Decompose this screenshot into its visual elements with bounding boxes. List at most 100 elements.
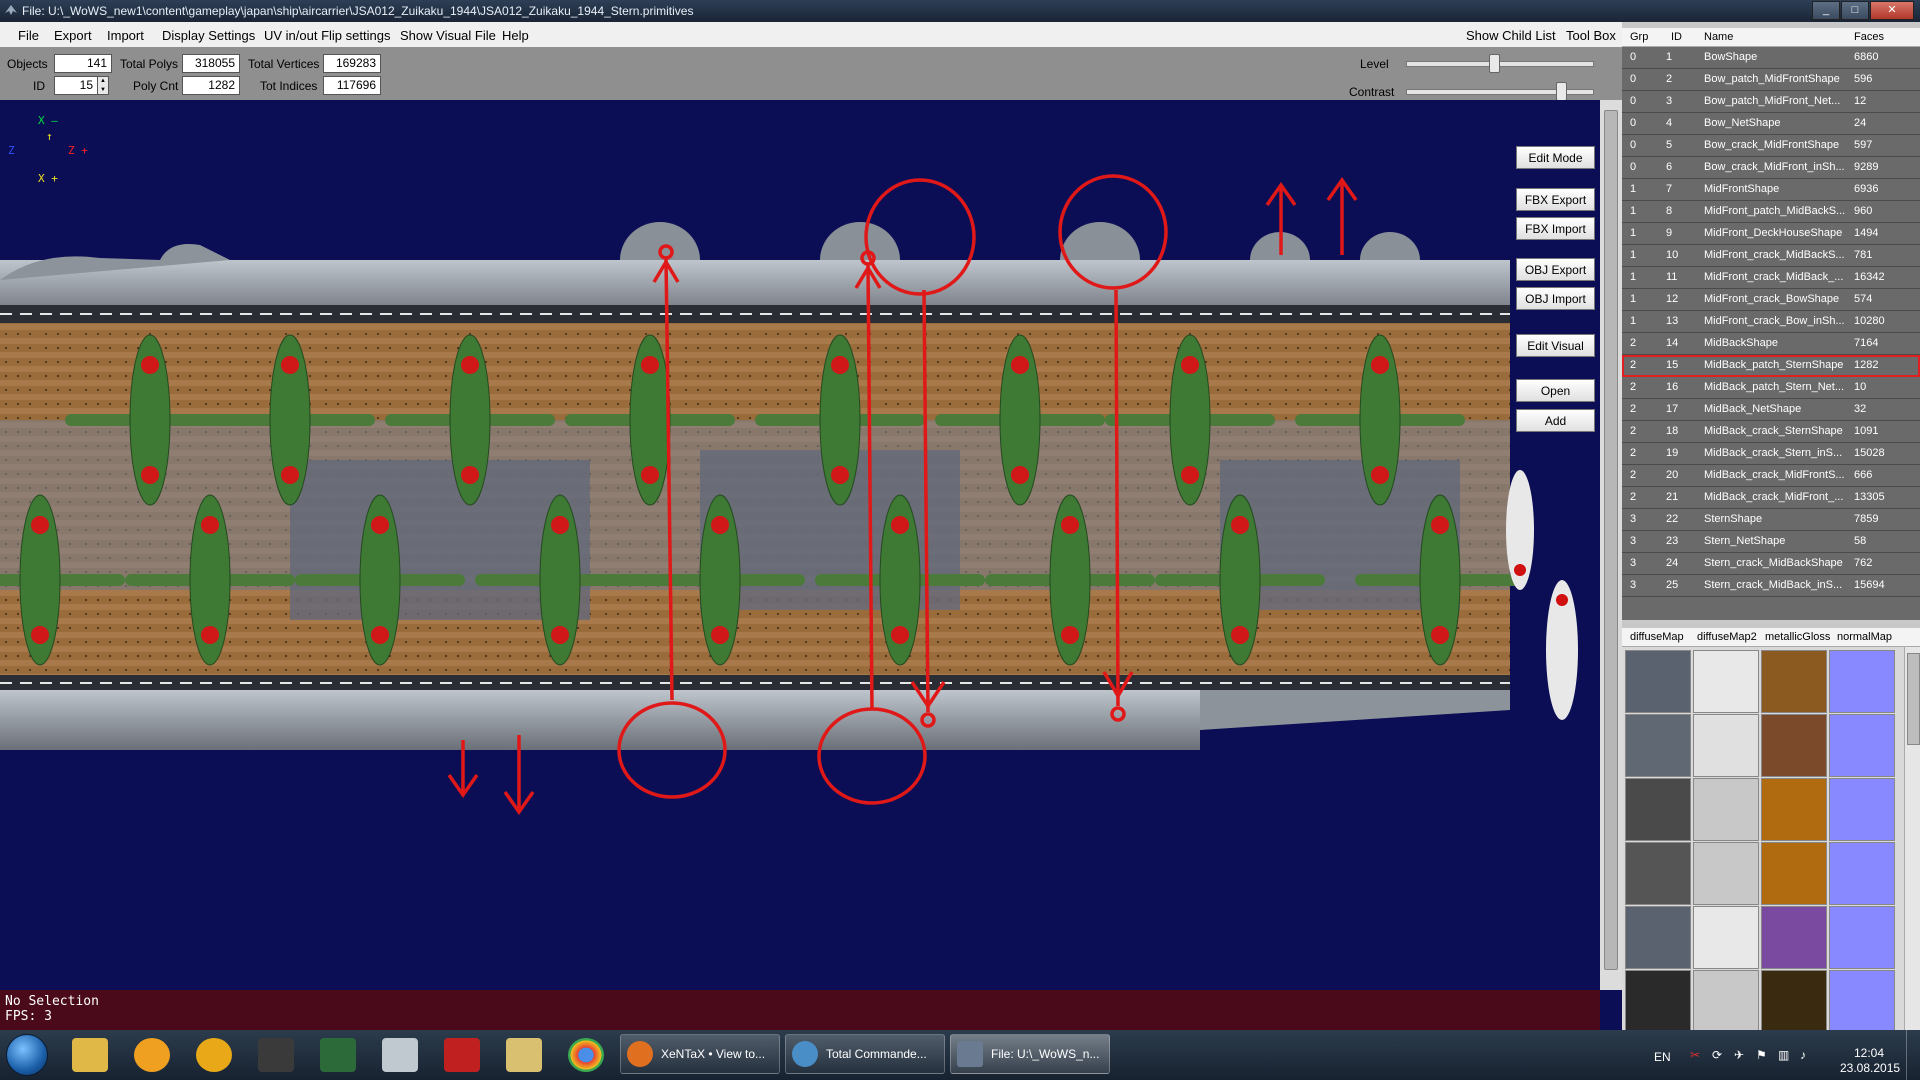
normal-map-thumbnail[interactable] (1829, 906, 1895, 969)
table-row[interactable]: 2 19 MidBack_crack_Stern_inS... 15028 (1622, 443, 1920, 465)
id-field[interactable]: 15 (54, 76, 98, 95)
col-diffuse2[interactable]: diffuseMap2 (1697, 631, 1757, 643)
col-metallic[interactable]: metallicGloss (1765, 631, 1830, 643)
diffuse-map-thumbnail[interactable] (1625, 650, 1691, 713)
metallic-gloss-map-thumbnail[interactable] (1761, 842, 1827, 905)
viewport-scrollbar-thumb[interactable] (1604, 110, 1618, 970)
table-row[interactable]: 1 10 MidFront_crack_MidBackS... 781 (1622, 245, 1920, 267)
normal-map-thumbnail[interactable] (1829, 650, 1895, 713)
table-row[interactable]: 3 25 Stern_crack_MidBack_inS... 15694 (1622, 575, 1920, 597)
tool-icon[interactable] (320, 1038, 356, 1072)
diffuse-map2-thumbnail[interactable] (1693, 650, 1759, 713)
table-row[interactable]: 0 1 BowShape 6860 (1622, 47, 1920, 69)
fbx-export-button[interactable]: FBX Export (1516, 188, 1595, 211)
texture-grid-scrollbar[interactable] (1904, 647, 1920, 1030)
task-model-viewer[interactable]: File: U:\_WoWS_n... (950, 1034, 1110, 1074)
contrast-slider-thumb[interactable] (1556, 82, 1568, 101)
clock-date[interactable]: 23.08.2015 (1840, 1061, 1900, 1075)
table-row[interactable]: 0 2 Bow_patch_MidFrontShape 596 (1622, 69, 1920, 91)
table-row[interactable]: 0 6 Bow_crack_MidFront_inSh... 9289 (1622, 157, 1920, 179)
diffuse-map2-thumbnail[interactable] (1693, 842, 1759, 905)
col-id[interactable]: ID (1671, 31, 1682, 43)
menu-uv-flip[interactable]: UV in/out Flip settings (264, 28, 390, 43)
menu-show-visual[interactable]: Show Visual File (400, 28, 496, 43)
table-row[interactable]: 1 9 MidFront_DeckHouseShape 1494 (1622, 223, 1920, 245)
tray-plane-icon[interactable]: ✈ (1734, 1048, 1744, 1062)
add-button[interactable]: Add (1516, 409, 1595, 432)
tray-antivirus-icon[interactable]: ✂ (1690, 1048, 1700, 1062)
chrome-icon[interactable] (568, 1038, 604, 1072)
tray-volume-icon[interactable]: ♪ (1800, 1048, 1806, 1062)
task-total-commander[interactable]: Total Commande... (785, 1034, 945, 1074)
language-indicator[interactable]: EN (1654, 1050, 1671, 1064)
table-row[interactable]: 2 14 MidBackShape 7164 (1622, 333, 1920, 355)
normal-map-thumbnail[interactable] (1829, 778, 1895, 841)
diffuse-map2-thumbnail[interactable] (1693, 714, 1759, 777)
table-row[interactable]: 1 8 MidFront_patch_MidBackS... 960 (1622, 201, 1920, 223)
menu-show-child-list[interactable]: Show Child List (1466, 28, 1556, 43)
viewport-scrollbar[interactable] (1600, 100, 1622, 990)
tray-network-icon[interactable]: ▥ (1778, 1048, 1789, 1062)
metallic-gloss-map-thumbnail[interactable] (1761, 778, 1827, 841)
table-row[interactable]: 2 21 MidBack_crack_MidFront_... 13305 (1622, 487, 1920, 509)
metallic-gloss-map-thumbnail[interactable] (1761, 906, 1827, 969)
menu-tool-box[interactable]: Tool Box (1566, 28, 1616, 43)
task-firefox[interactable]: XeNTaX • View to... (620, 1034, 780, 1074)
calculator-icon[interactable] (382, 1038, 418, 1072)
aimp-icon[interactable] (134, 1038, 170, 1072)
table-row[interactable]: 0 4 Bow_NetShape 24 (1622, 113, 1920, 135)
diffuse-map-thumbnail[interactable] (1625, 842, 1691, 905)
tray-sync-icon[interactable]: ⟳ (1712, 1048, 1722, 1062)
3d-viewport[interactable]: X – ↑ Z Z + X + Edit Mode FBX Export FBX… (0, 100, 1600, 990)
edit-visual-button[interactable]: Edit Visual (1516, 334, 1595, 357)
table-row[interactable]: 3 23 Stern_NetShape 58 (1622, 531, 1920, 553)
normal-map-thumbnail[interactable] (1829, 714, 1895, 777)
table-row[interactable]: 0 3 Bow_patch_MidFront_Net... 12 (1622, 91, 1920, 113)
col-name[interactable]: Name (1704, 31, 1733, 43)
diffuse-map2-thumbnail[interactable] (1693, 778, 1759, 841)
diffuse-map2-thumbnail[interactable] (1693, 970, 1759, 1033)
object-grid[interactable]: 0 1 BowShape 6860 0 2 Bow_patch_MidFrontShape 5… (1622, 47, 1920, 620)
diffuse-map-thumbnail[interactable] (1625, 778, 1691, 841)
table-row[interactable]: 1 12 MidFront_crack_BowShape 574 (1622, 289, 1920, 311)
col-diffuse[interactable]: diffuseMap (1630, 631, 1684, 643)
normal-map-thumbnail[interactable] (1829, 970, 1895, 1033)
menu-help[interactable]: Help (502, 28, 529, 43)
show-desktop-button[interactable] (1906, 1030, 1920, 1080)
table-row[interactable]: 1 13 MidFront_crack_Bow_inSh... 10280 (1622, 311, 1920, 333)
table-row[interactable]: 2 20 MidBack_crack_MidFrontS... 666 (1622, 465, 1920, 487)
normal-map-thumbnail[interactable] (1829, 842, 1895, 905)
metallic-gloss-map-thumbnail[interactable] (1761, 714, 1827, 777)
fbx-import-button[interactable]: FBX Import (1516, 217, 1595, 240)
table-row[interactable]: 2 18 MidBack_crack_SternShape 1091 (1622, 421, 1920, 443)
diffuse-map-thumbnail[interactable] (1625, 970, 1691, 1033)
menu-export[interactable]: Export (54, 28, 92, 43)
col-normal[interactable]: normalMap (1837, 631, 1892, 643)
diffuse-map-thumbnail[interactable] (1625, 714, 1691, 777)
table-row[interactable]: 1 7 MidFrontShape 6936 (1622, 179, 1920, 201)
menu-display-settings[interactable]: Display Settings (162, 28, 255, 43)
table-row[interactable]: 2 17 MidBack_NetShape 32 (1622, 399, 1920, 421)
table-row[interactable]: 2 16 MidBack_patch_Stern_Net... 10 (1622, 377, 1920, 399)
texture-grid[interactable] (1622, 647, 1904, 1062)
close-button[interactable]: ✕ (1870, 1, 1914, 20)
archive-icon[interactable] (506, 1038, 542, 1072)
folder-icon[interactable] (72, 1038, 108, 1072)
table-row[interactable]: 3 24 Stern_crack_MidBackShape 762 (1622, 553, 1920, 575)
metallic-gloss-map-thumbnail[interactable] (1761, 650, 1827, 713)
tray-flag-icon[interactable]: ⚑ (1756, 1048, 1767, 1062)
table-row[interactable]: 1 11 MidFront_crack_MidBack_... 16342 (1622, 267, 1920, 289)
open-button[interactable]: Open (1516, 379, 1595, 402)
minimize-button[interactable]: _ (1812, 1, 1840, 20)
texture-grid-scrollbar-thumb[interactable] (1907, 653, 1920, 745)
diffuse-map-thumbnail[interactable] (1625, 906, 1691, 969)
col-grp[interactable]: Grp (1630, 31, 1648, 43)
menu-import[interactable]: Import (107, 28, 144, 43)
start-button[interactable] (6, 1034, 48, 1076)
menu-file[interactable]: File (18, 28, 39, 43)
col-faces[interactable]: Faces (1854, 31, 1884, 43)
table-row[interactable]: 3 22 SternShape 7859 (1622, 509, 1920, 531)
player-icon[interactable] (196, 1038, 232, 1072)
edit-mode-button[interactable]: Edit Mode (1516, 146, 1595, 169)
document-icon[interactable] (444, 1038, 480, 1072)
